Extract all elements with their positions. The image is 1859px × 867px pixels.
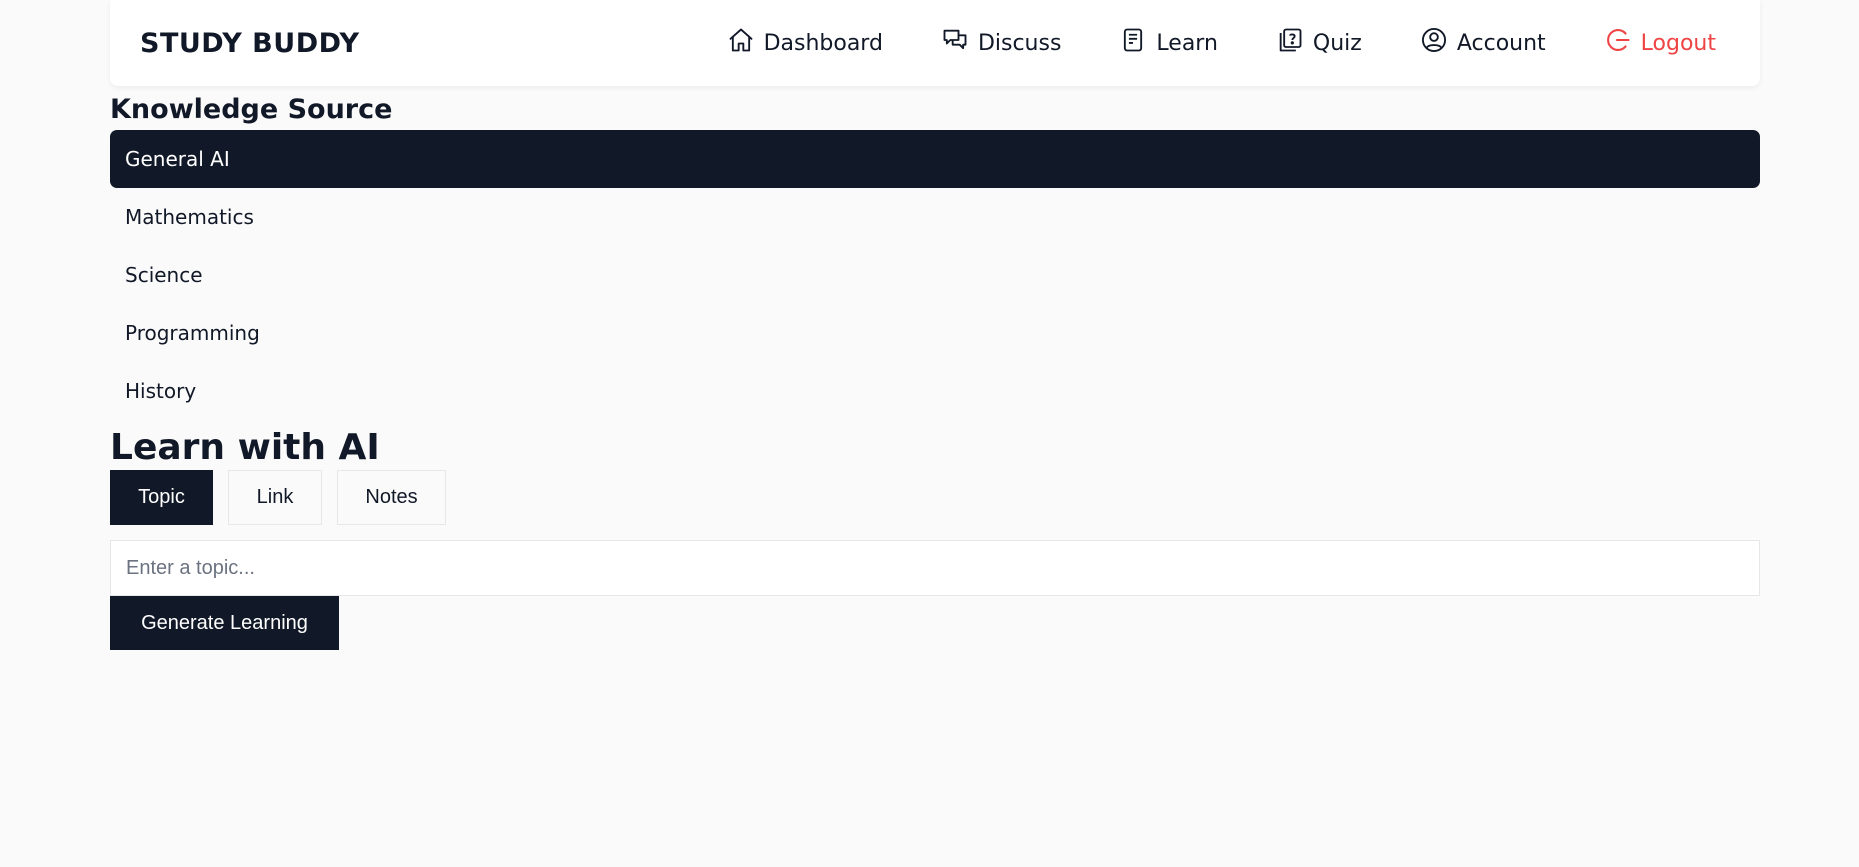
learn-title: Learn with AI — [110, 427, 380, 468]
tab-notes[interactable]: Notes — [337, 470, 446, 525]
nav-discuss[interactable]: Discuss — [941, 26, 1061, 60]
page-container: STUDY BUDDY Dashboard Discuss Learn Quiz… — [110, 0, 1760, 650]
chat-icon — [941, 26, 969, 60]
nav-dashboard[interactable]: Dashboard — [727, 26, 883, 60]
knowledge-source-title: Knowledge Source — [110, 94, 393, 125]
topic-input[interactable] — [110, 540, 1760, 596]
nav-learn-label: Learn — [1156, 30, 1218, 56]
quiz-icon — [1276, 26, 1304, 60]
tab-link[interactable]: Link — [228, 470, 322, 525]
nav-links: Dashboard Discuss Learn Quiz Account Log… — [727, 26, 1716, 60]
source-item-history[interactable]: History — [110, 362, 1760, 420]
document-icon — [1119, 26, 1147, 60]
nav-logout[interactable]: Logout — [1604, 26, 1716, 60]
brand-logo[interactable]: STUDY BUDDY — [140, 28, 360, 59]
learn-tabs: Topic Link Notes — [110, 470, 1760, 525]
logout-icon — [1604, 26, 1632, 60]
source-item-science[interactable]: Science — [110, 246, 1760, 304]
user-circle-icon — [1420, 26, 1448, 60]
tab-topic[interactable]: Topic — [110, 470, 213, 525]
nav-quiz-label: Quiz — [1312, 30, 1362, 56]
nav-quiz[interactable]: Quiz — [1276, 26, 1362, 60]
nav-learn[interactable]: Learn — [1119, 26, 1218, 60]
knowledge-source-list: General AI Mathematics Science Programmi… — [110, 130, 1760, 420]
navbar: STUDY BUDDY Dashboard Discuss Learn Quiz… — [110, 0, 1760, 86]
source-item-general-ai[interactable]: General AI — [110, 130, 1760, 188]
nav-dashboard-label: Dashboard — [763, 30, 883, 56]
nav-discuss-label: Discuss — [977, 30, 1062, 56]
home-icon — [727, 26, 755, 60]
generate-learning-button[interactable]: Generate Learning — [110, 596, 339, 650]
nav-logout-label: Logout — [1640, 30, 1716, 56]
source-item-mathematics[interactable]: Mathematics — [110, 188, 1760, 246]
nav-account-label: Account — [1456, 30, 1546, 56]
source-item-programming[interactable]: Programming — [110, 304, 1760, 362]
nav-account[interactable]: Account — [1420, 26, 1546, 60]
